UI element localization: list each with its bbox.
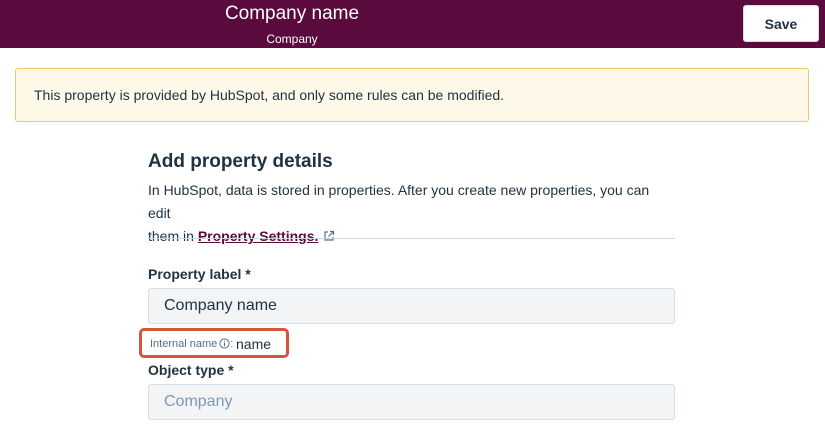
save-button[interactable]: Save — [743, 5, 819, 42]
property-settings-link[interactable]: Property Settings. — [198, 228, 319, 244]
internal-name-value: name — [236, 336, 272, 352]
header-title-group: Company name Company — [192, 3, 392, 47]
description-prefix: them in — [148, 228, 198, 244]
info-alert: This property is provided by HubSpot, an… — [15, 68, 809, 122]
page-subtitle: Company — [266, 32, 318, 46]
page-title: Company name — [224, 3, 360, 24]
property-details-form: Add property details In HubSpot, data is… — [139, 150, 675, 420]
info-icon[interactable] — [219, 338, 230, 352]
alert-text: This property is provided by HubSpot, an… — [34, 87, 505, 103]
object-type-input[interactable] — [148, 384, 675, 420]
description-line-1: In HubSpot, data is stored in properties… — [148, 182, 650, 221]
internal-name-highlight: Internal name: name — [139, 328, 289, 358]
internal-name-label-group: Internal name: — [150, 338, 233, 352]
property-label-label: Property label * — [148, 266, 251, 282]
section-divider — [148, 238, 675, 239]
object-type-label: Object type * — [148, 362, 234, 378]
internal-name-label: Internal name — [150, 338, 218, 350]
property-label-input[interactable] — [148, 288, 675, 324]
top-bar: Company name Company Save — [0, 0, 825, 48]
section-heading: Add property details — [148, 151, 333, 172]
internal-name-separator: : — [230, 338, 234, 350]
